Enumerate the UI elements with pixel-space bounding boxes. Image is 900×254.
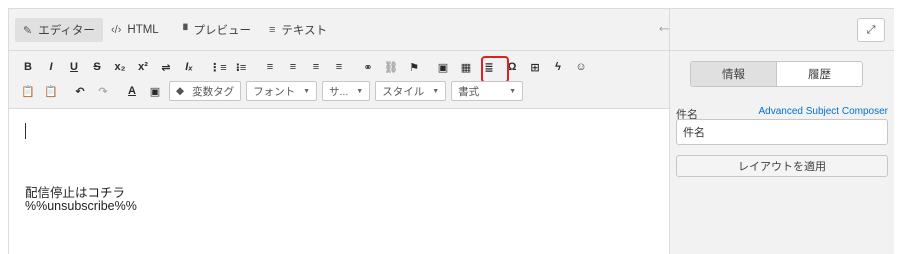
strikethrough-button[interactable]: S xyxy=(88,57,106,77)
font-dropdown[interactable]: フォント ▼ xyxy=(246,81,318,101)
redo-icon[interactable]: ↷ xyxy=(94,81,112,101)
tab-info[interactable]: 情報 xyxy=(691,62,777,86)
clear-format-button[interactable]: Iₓ xyxy=(180,57,198,77)
align-right-button[interactable]: ≡ xyxy=(307,57,325,77)
right-panel-header: ⤢ xyxy=(670,9,894,51)
align-left-button[interactable]: ≡ xyxy=(261,57,279,77)
rich-text-toolbar: B I U S x₂ x² ⇌ Iₓ ⋮≡ ⁝≡ ≡ ≡ ≡ ≡ ⚭ ⛓ ⚑ ▣… xyxy=(9,51,669,109)
flag-anchor-icon[interactable]: ⚑ xyxy=(405,57,423,77)
chevron-down-icon: ▼ xyxy=(432,87,440,95)
background-color-button[interactable]: ▣ xyxy=(146,81,164,101)
info-history-toggle: 情報 履歴 xyxy=(690,61,863,87)
pencil-icon: ✎ xyxy=(23,24,33,37)
tab-text[interactable]: ≡ テキスト xyxy=(261,18,335,42)
expand-button[interactable]: ⤢ xyxy=(857,18,885,42)
style-label: スタイル xyxy=(382,85,425,98)
subject-input[interactable] xyxy=(676,119,888,145)
tag-icon: ◆ xyxy=(176,85,185,97)
table-icon[interactable]: ▦ xyxy=(457,57,475,77)
unlink-icon[interactable]: ⛓ xyxy=(382,57,400,77)
highlight-box xyxy=(481,56,509,83)
align-justify-button[interactable]: ≡ xyxy=(330,57,348,77)
toolbar-row-2: 📋 📋 ↶ ↷ A ▣ ◆ 変数タグ フォント ▼ サ... ▼ スタイル ▼ xyxy=(19,80,528,102)
text-cursor xyxy=(25,123,26,139)
format-label: 書式 xyxy=(458,85,480,98)
link-icon[interactable]: ⚭ xyxy=(359,57,377,77)
unsubscribe-variable: %%unsubscribe%% xyxy=(25,199,137,213)
right-panel: 情報 履歴 件名 Advanced Subject Composer レイアウト… xyxy=(670,51,894,254)
add-block-icon[interactable]: ⊞ xyxy=(526,57,544,77)
tab-html-label: HTML xyxy=(127,24,159,36)
apply-layout-button[interactable]: レイアウトを適用 xyxy=(676,155,888,177)
tab-editor[interactable]: ✎ エディター xyxy=(15,18,103,42)
image-icon[interactable]: ▣ xyxy=(434,57,452,77)
expand-icon: ⤢ xyxy=(866,23,876,36)
tab-preview[interactable]: ▝ プレビュー xyxy=(171,18,259,42)
undo-icon[interactable]: ↶ xyxy=(71,81,89,101)
editor-content-area[interactable]: 配信停止はコチラ %%unsubscribe%% xyxy=(9,109,669,254)
align-center-button[interactable]: ≡ xyxy=(284,57,302,77)
text-lines-icon: ≡ xyxy=(269,24,276,36)
emoji-icon[interactable]: ☺ xyxy=(572,57,590,77)
text-color-button[interactable]: A xyxy=(123,81,141,101)
bold-button[interactable]: B xyxy=(19,57,37,77)
tab-html[interactable]: ‹/› HTML xyxy=(103,18,167,42)
chevron-down-icon: ▼ xyxy=(303,87,311,95)
tab-editor-label: エディター xyxy=(38,25,95,37)
text-direction-button[interactable]: ⇌ xyxy=(157,57,175,77)
paste-icon[interactable]: 📋 xyxy=(19,81,37,101)
format-dropdown[interactable]: 書式 ▼ xyxy=(451,81,524,101)
superscript-button[interactable]: x² xyxy=(134,57,152,77)
tab-preview-label: プレビュー xyxy=(193,25,251,37)
variable-tag-dropdown[interactable]: ◆ 変数タグ xyxy=(169,81,242,101)
editor-tab-bar: ✎ エディター ‹/› HTML ▝ プレビュー ≡ テキスト ⟷ xyxy=(9,9,673,51)
italic-button[interactable]: I xyxy=(42,57,60,77)
paste-text-icon[interactable]: 📋 xyxy=(42,81,60,101)
tab-text-label: テキスト xyxy=(281,25,328,37)
numbered-list-button[interactable]: ⋮≡ xyxy=(209,57,227,77)
size-label: サ... xyxy=(329,85,349,98)
subscript-button[interactable]: x₂ xyxy=(111,57,129,77)
document-icon: ▝ xyxy=(179,24,188,37)
variable-tag-label: 変数タグ xyxy=(192,85,235,98)
lightning-icon[interactable]: ϟ xyxy=(549,57,567,77)
tab-history[interactable]: 履歴 xyxy=(777,62,862,86)
email-editor-frame: ✎ エディター ‹/› HTML ▝ プレビュー ≡ テキスト ⟷ ⤢ B I … xyxy=(8,8,894,254)
font-label: フォント xyxy=(253,85,296,98)
bulleted-list-button[interactable]: ⁝≡ xyxy=(232,57,250,77)
underline-button[interactable]: U xyxy=(65,57,83,77)
size-dropdown[interactable]: サ... ▼ xyxy=(322,81,371,101)
chevron-down-icon: ▼ xyxy=(356,87,364,95)
chevron-down-icon: ▼ xyxy=(509,87,517,95)
style-dropdown[interactable]: スタイル ▼ xyxy=(375,81,447,101)
code-icon: ‹/› xyxy=(111,24,122,36)
